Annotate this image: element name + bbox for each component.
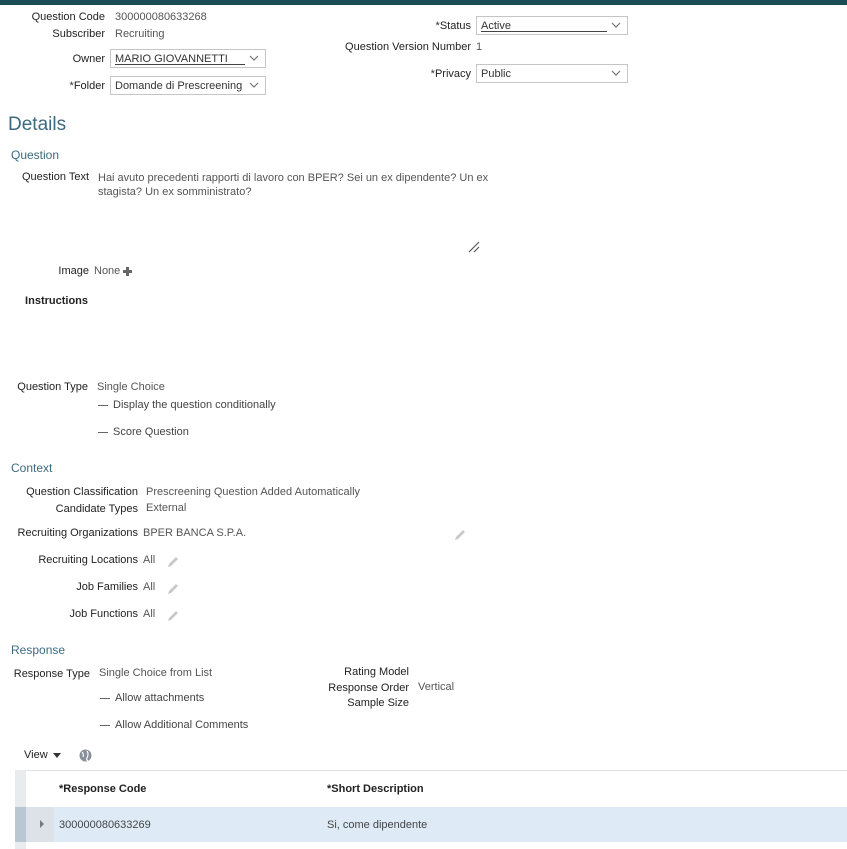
- job-functions-value: All: [143, 608, 156, 620]
- recruiting-locations-label: Recruiting Locations: [38, 554, 138, 566]
- column-header-response-code[interactable]: *Response Code: [59, 783, 146, 795]
- top-accent-bar: [0, 0, 847, 5]
- chevron-down-icon: [611, 22, 621, 28]
- instructions-label: Instructions: [25, 295, 88, 307]
- privacy-select[interactable]: Public: [476, 64, 628, 83]
- caret-down-icon: [52, 753, 61, 759]
- globe-icon[interactable]: [79, 749, 92, 762]
- classification-value: Prescreening Question Added Automaticall…: [146, 486, 361, 498]
- job-families-value: All: [143, 581, 156, 593]
- edit-pencil-icon[interactable]: [453, 528, 467, 542]
- display-conditionally-checkbox[interactable]: Display the question conditionally: [98, 399, 276, 411]
- candidate-types-value: External: [146, 502, 187, 514]
- cell-response-code: 300000080633269: [59, 819, 151, 831]
- allow-attachments-checkbox[interactable]: Allow attachments: [100, 692, 204, 704]
- response-order-value: Vertical: [418, 681, 455, 693]
- sample-size-label: Sample Size: [347, 697, 409, 709]
- chevron-down-icon: [611, 70, 621, 76]
- job-functions-label: Job Functions: [69, 608, 138, 620]
- version-label: Question Version Number: [345, 41, 471, 53]
- candidate-types-label: Candidate Types: [55, 503, 138, 515]
- response-table: *Response Code *Short Description 300000…: [15, 770, 847, 849]
- owner-select[interactable]: MARIO GIOVANNETTI: [110, 49, 266, 68]
- version-value: 1: [476, 41, 483, 53]
- response-order-label: Response Order: [328, 682, 409, 694]
- view-menu[interactable]: View: [24, 749, 61, 761]
- allow-comments-checkbox[interactable]: Allow Additional Comments: [100, 719, 248, 731]
- privacy-label: *Privacy: [430, 68, 471, 80]
- privacy-select-value: Public: [481, 68, 511, 80]
- score-question-checkbox[interactable]: Score Question: [98, 426, 189, 438]
- recruiting-orgs-label: Recruiting Organizations: [17, 527, 138, 539]
- chevron-down-icon: [249, 82, 259, 88]
- context-heading: Context: [11, 461, 53, 475]
- subscriber-value: Recruiting: [115, 28, 165, 40]
- question-type-label: Question Type: [17, 381, 88, 393]
- add-image-icon[interactable]: [122, 266, 133, 277]
- classification-label: Question Classification: [26, 486, 138, 498]
- question-section-heading: Question: [11, 148, 60, 162]
- subscriber-label: Subscriber: [52, 28, 105, 40]
- cell-short-description: Si, come dipendente: [327, 819, 428, 831]
- job-families-label: Job Families: [76, 581, 138, 593]
- folder-select[interactable]: Domande di Prescreening: [110, 76, 266, 95]
- recruiting-orgs-value: BPER BANCA S.P.A.: [143, 527, 247, 539]
- edit-pencil-icon[interactable]: [166, 609, 180, 623]
- chevron-down-icon: [249, 55, 259, 61]
- folder-label: *Folder: [69, 80, 105, 92]
- edit-pencil-icon[interactable]: [166, 555, 180, 569]
- question-text-label: Question Text: [21, 171, 89, 183]
- response-type-value: Single Choice from List: [99, 667, 213, 679]
- question-code-value: 300000080633268: [115, 11, 207, 23]
- column-header-short-description[interactable]: *Short Description: [327, 783, 424, 795]
- row-selector[interactable]: [15, 807, 26, 842]
- resize-handle-icon[interactable]: [467, 240, 481, 254]
- status-select[interactable]: Active: [476, 16, 628, 35]
- owner-label: Owner: [72, 53, 105, 65]
- image-value: None: [94, 265, 121, 277]
- question-text-value: Hai avuto precedenti rapporti di lavoro …: [98, 172, 489, 198]
- image-label: Image: [58, 265, 89, 277]
- response-heading: Response: [11, 643, 66, 657]
- response-type-label: Response Type: [13, 668, 90, 680]
- status-label: *Status: [435, 20, 471, 32]
- expand-row-icon[interactable]: [39, 820, 45, 828]
- details-heading: Details: [8, 114, 67, 135]
- question-code-label: Question Code: [31, 11, 105, 23]
- folder-select-value: Domande di Prescreening: [115, 80, 243, 92]
- rating-model-label: Rating Model: [344, 666, 409, 678]
- edit-pencil-icon[interactable]: [166, 582, 180, 596]
- recruiting-locations-value: All: [143, 554, 156, 566]
- question-type-value: Single Choice: [97, 381, 165, 393]
